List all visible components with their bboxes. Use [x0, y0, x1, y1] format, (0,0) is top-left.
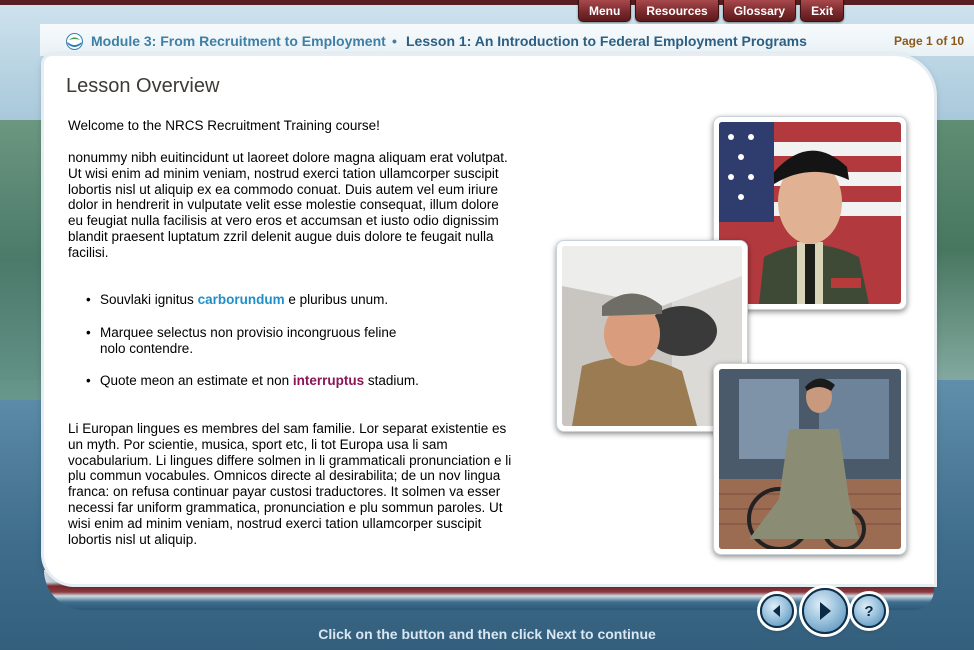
back-arrow-icon — [773, 605, 780, 617]
svg-text:?: ? — [864, 603, 873, 620]
top-menu: Menu Resources Glossary Exit — [578, 0, 845, 22]
back-button[interactable] — [760, 594, 794, 628]
highlight-term[interactable]: interruptus — [293, 373, 364, 388]
bullet-text: Marquee selectus non provisio incongruou… — [100, 325, 397, 356]
bullet-text: Souvlaki ignitus carborundum e pluribus … — [100, 292, 389, 307]
resources-button[interactable]: Resources — [635, 0, 719, 22]
bullet-text: Quote meon an estimate et non interruptu… — [100, 373, 419, 388]
breadcrumb-module: Module 3: From Recruitment to Employment — [91, 33, 386, 49]
wheelchair-soldier-image — [719, 369, 901, 549]
next-arrow-icon — [820, 602, 831, 620]
breadcrumb-separator: • — [392, 33, 397, 49]
intro-paragraph: nonummy nibh euitincidunt ut laoreet dol… — [68, 150, 508, 260]
welcome-text: Welcome to the NRCS Recruitment Training… — [68, 118, 380, 133]
bullet-dot: • — [86, 325, 91, 340]
highlight-term[interactable]: carborundum — [198, 292, 285, 307]
photo-wheelchair-soldier — [713, 363, 907, 555]
nrcs-logo-icon — [66, 33, 83, 50]
page-title: Lesson Overview — [66, 75, 220, 97]
list-item: • Quote meon an estimate et non interrup… — [86, 373, 446, 389]
exit-button[interactable]: Exit — [800, 0, 845, 22]
help-question-icon: ? — [864, 603, 873, 620]
body-paragraph: Li Europan lingues es membres del sam fa… — [68, 421, 512, 547]
help-button[interactable]: ? — [852, 594, 886, 628]
page-indicator: Page 1 of 10 — [893, 34, 964, 48]
breadcrumb-lesson: Lesson 1: An Introduction to Federal Emp… — [406, 33, 807, 49]
bullet-dot: • — [86, 373, 91, 388]
menu-button[interactable]: Menu — [578, 0, 632, 22]
bullet-dot: • — [86, 292, 91, 307]
glossary-button[interactable]: Glossary — [722, 0, 797, 22]
list-item: • Marquee selectus non provisio incongru… — [86, 325, 446, 357]
list-item: • Souvlaki ignitus carborundum e pluribu… — [86, 292, 446, 308]
footer-instruction: Click on the button and then click Next … — [318, 626, 656, 642]
